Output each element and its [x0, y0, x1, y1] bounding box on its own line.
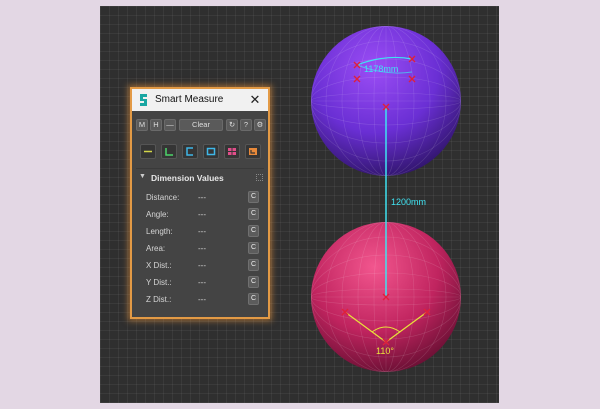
line-tool-icon: [144, 150, 152, 153]
bracket-tool-icon: [186, 147, 193, 156]
h-button[interactable]: H: [150, 119, 162, 131]
copy-distance-button[interactable]: C: [248, 191, 259, 203]
row-label: Angle:: [146, 210, 169, 219]
dash-button[interactable]: —: [164, 119, 176, 131]
rectangle-tool-button[interactable]: [203, 144, 219, 159]
angle-tool-icon: [165, 148, 173, 156]
y-dist-row: Y Dist.: --- C: [132, 276, 268, 290]
row-label: X Dist.:: [146, 261, 172, 270]
angle-label: 110°: [376, 346, 394, 356]
x-dist-row: X Dist.: --- C: [132, 259, 268, 273]
m-button[interactable]: M: [136, 119, 148, 131]
help-button[interactable]: ?: [240, 119, 252, 131]
angle-tool-button[interactable]: [161, 144, 177, 159]
dimension-values-header[interactable]: ▼ Dimension Values: [132, 171, 268, 185]
bracket-tool-button[interactable]: [182, 144, 198, 159]
copy-y-dist-button[interactable]: C: [248, 276, 259, 288]
divider: [136, 168, 264, 169]
panel-title: Smart Measure: [155, 94, 224, 105]
rectangle-tool-icon: [206, 147, 216, 156]
distance-row: Distance: --- C: [132, 191, 268, 205]
copy-length-button[interactable]: C: [248, 225, 259, 237]
row-label: Y Dist.:: [146, 278, 172, 287]
copy-z-dist-button[interactable]: C: [248, 293, 259, 305]
corner-tool-button[interactable]: [245, 144, 261, 159]
angle-row: Angle: --- C: [132, 208, 268, 222]
row-label: Z Dist.:: [146, 295, 172, 304]
smart-measure-app-icon: [140, 94, 147, 106]
row-value: ---: [198, 193, 206, 202]
grid-tool-icon: [228, 148, 236, 155]
length-row: Length: --- C: [132, 225, 268, 239]
grid-tool-button[interactable]: [224, 144, 240, 159]
row-value: ---: [198, 210, 206, 219]
copy-angle-button[interactable]: C: [248, 208, 259, 220]
distance-label: 1200mm: [391, 197, 426, 207]
row-value: ---: [198, 244, 206, 253]
section-title: Dimension Values: [151, 173, 224, 183]
panel-titlebar[interactable]: Smart Measure ✕: [132, 89, 268, 111]
row-value: ---: [198, 261, 206, 270]
collapse-arrow-icon[interactable]: ▼: [139, 173, 146, 180]
top-sphere-label: 1178mm: [364, 64, 398, 74]
close-icon[interactable]: ✕: [248, 92, 262, 107]
z-dist-row: Z Dist.: --- C: [132, 293, 268, 307]
refresh-icon[interactable]: ↻: [226, 119, 238, 131]
area-row: Area: --- C: [132, 242, 268, 256]
row-value: ---: [198, 227, 206, 236]
copy-area-button[interactable]: C: [248, 242, 259, 254]
line-tool-button[interactable]: [140, 144, 156, 159]
corner-tool-icon: [249, 148, 257, 155]
drag-grip-icon[interactable]: [256, 174, 263, 181]
row-label: Area:: [146, 244, 166, 253]
copy-x-dist-button[interactable]: C: [248, 259, 259, 271]
row-value: ---: [198, 295, 206, 304]
row-label: Distance:: [146, 193, 180, 202]
row-value: ---: [198, 278, 206, 287]
row-label: Length:: [146, 227, 173, 236]
smart-measure-panel[interactable]: Smart Measure ✕ M H — Clear ↻ ? ⚙ ▼ Dime…: [130, 87, 270, 319]
clear-button[interactable]: Clear: [179, 119, 223, 131]
settings-gear-icon[interactable]: ⚙: [254, 119, 266, 131]
